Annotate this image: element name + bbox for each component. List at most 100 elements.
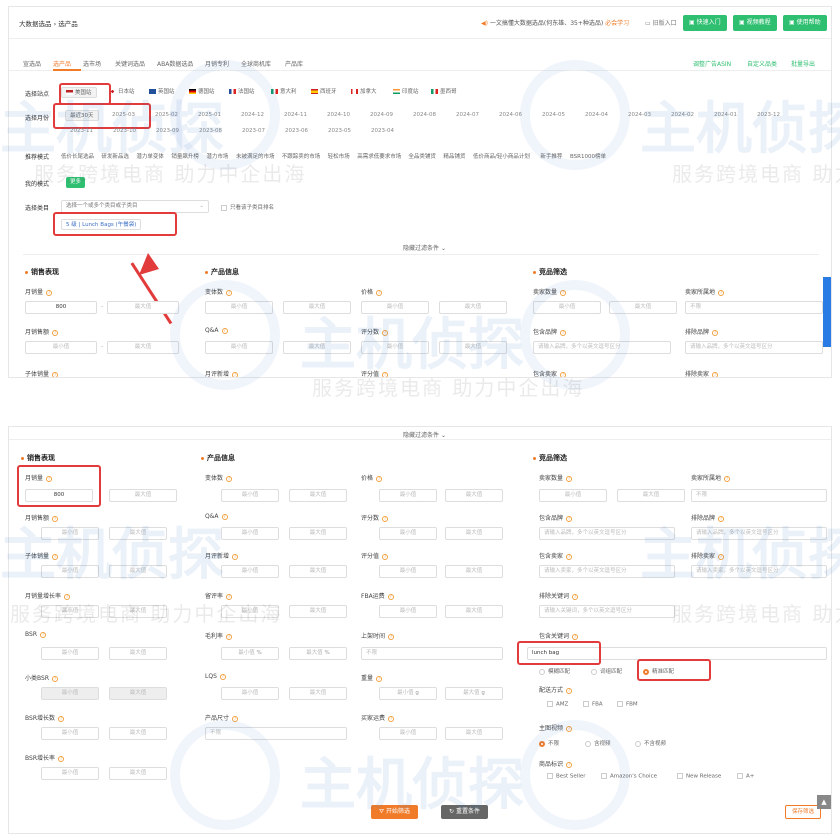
variants-max[interactable]: 最大值	[283, 301, 351, 314]
seller-location-select[interactable]: 不限	[691, 489, 827, 502]
mode-option[interactable]: 研发新品选	[101, 152, 129, 160]
site-de[interactable]: 德国站	[185, 87, 219, 98]
tab-item[interactable]: 关键词选品	[115, 59, 145, 68]
tag-a-plus[interactable]: A+	[737, 773, 754, 780]
month-option[interactable]: 2024-04	[580, 110, 613, 121]
month-option[interactable]: 2024-06	[494, 110, 527, 121]
month-option[interactable]: 2023-11	[65, 126, 98, 137]
right-link[interactable]: 自定义品类	[747, 59, 777, 68]
match-phrase[interactable]: 词组匹配	[591, 667, 622, 675]
month-option[interactable]: 2024-12	[236, 110, 269, 121]
qa-max[interactable]: 最大值	[283, 341, 351, 354]
mode-option[interactable]: 轻松市场	[328, 152, 350, 160]
mode-option[interactable]: 销量飙升榜	[171, 152, 199, 160]
seller-count-max[interactable]: 最大值	[609, 301, 677, 314]
monthly-new-reviews-max[interactable]: 最大值	[289, 565, 347, 578]
gross-margin-min[interactable]: 最小值 %	[221, 647, 279, 660]
monthly-revenue-min[interactable]: 最小值	[25, 341, 97, 354]
bsr-min[interactable]: 最小值	[41, 647, 99, 660]
help-button[interactable]: ▣ 使用帮助	[783, 15, 827, 31]
mode-option[interactable]: 低价商品/轻小商品计划	[473, 152, 530, 160]
tab-item[interactable]: 月销专利	[205, 59, 229, 68]
month-option[interactable]: 2025-01	[193, 110, 226, 121]
right-link[interactable]: 调整广告ASIN	[693, 59, 731, 68]
delivery-amz[interactable]: AMZ	[547, 701, 568, 708]
include-brand-input[interactable]: 请输入品牌，多个以英文逗号区分	[539, 527, 675, 540]
delivery-fbm[interactable]: FBM	[617, 701, 638, 708]
exclude-brand-input[interactable]: 请输入品牌，多个以英文逗号区分	[691, 527, 827, 540]
month-option[interactable]: 2023-05	[323, 126, 356, 137]
child-sales-max[interactable]: 最大值	[109, 565, 167, 578]
include-brand-input[interactable]: 请输入品牌，多个以英文逗号区分	[533, 341, 671, 354]
variants-min[interactable]: 最小值	[221, 489, 279, 502]
mode-option[interactable]: 低价长尾选品	[61, 152, 94, 160]
month-option[interactable]: 2024-01	[709, 110, 742, 121]
monthly-sales-max[interactable]: 最大值	[107, 301, 179, 314]
variants-max[interactable]: 最大值	[289, 489, 347, 502]
month-option[interactable]: 2023-04	[366, 126, 399, 137]
monthly-revenue-max[interactable]: 最大值	[109, 527, 167, 540]
rating-count-max[interactable]: 最大值	[439, 341, 507, 354]
site-es[interactable]: 西班牙	[307, 87, 341, 98]
bsr-growth-rate-min[interactable]: 最小值	[41, 767, 99, 780]
my-mode-tag[interactable]: 更多	[66, 177, 86, 188]
video-tutorial-button[interactable]: ▣ 视频教程	[733, 15, 777, 31]
site-mx[interactable]: 墨西哥	[427, 87, 461, 98]
bsr-growth-count-max[interactable]: 最大值	[109, 727, 167, 740]
match-fuzzy[interactable]: 模糊匹配	[539, 667, 570, 675]
qa-min[interactable]: 最小值	[205, 341, 273, 354]
start-filter-button[interactable]: ⛛ 开始筛选	[371, 805, 418, 819]
sales-growth-min[interactable]: 最小值	[41, 605, 99, 618]
main-image-any[interactable]: 不限	[539, 739, 559, 747]
save-filter-button[interactable]: 保存筛选	[785, 805, 822, 819]
variants-min[interactable]: 最小值	[205, 301, 273, 314]
small-bsr-max[interactable]: 最大值	[109, 687, 167, 700]
month-option[interactable]: 2023-07	[237, 126, 270, 137]
rating-count-max[interactable]: 最大值	[445, 527, 503, 540]
month-option[interactable]: 2024-09	[365, 110, 398, 121]
exclude-brand-input[interactable]: 请输入品牌，多个以英文逗号区分	[685, 341, 823, 354]
month-option[interactable]: 2024-08	[408, 110, 441, 121]
rating-count-min[interactable]: 最小值	[379, 527, 437, 540]
month-option[interactable]: 2023-06	[280, 126, 313, 137]
only-sub-checkbox[interactable]: 只看该子类目排名	[221, 203, 274, 211]
month-option[interactable]: 2024-03	[623, 110, 656, 121]
lqs-max[interactable]: 最大值	[289, 687, 347, 700]
tab-item[interactable]: 全球商机库	[241, 59, 271, 68]
month-option[interactable]: 2025-02	[150, 110, 183, 121]
mode-option[interactable]: 高需求低要求市场	[357, 152, 401, 160]
exclude-keywords-input[interactable]: 请输入关键词，多个以英文逗号区分	[539, 605, 675, 618]
month-option[interactable]: 2024-05	[537, 110, 570, 121]
reset-button[interactable]: ↻ 重置条件	[441, 805, 488, 819]
tab-item-active[interactable]: 选产品	[53, 59, 71, 68]
month-option[interactable]: 2023-08	[194, 126, 227, 137]
back-to-top-icon[interactable]: ▲	[817, 795, 831, 809]
side-chat-tab[interactable]	[823, 277, 831, 347]
launch-time-select[interactable]: 不限	[361, 647, 503, 660]
monthly-new-reviews-min[interactable]: 最小值	[221, 565, 279, 578]
seller-count-min[interactable]: 最小值	[539, 489, 607, 502]
price-min[interactable]: 最小值	[379, 489, 437, 502]
monthly-sales-max[interactable]: 最大值	[109, 489, 177, 502]
buyer-shipping-min[interactable]: 最小值	[379, 727, 437, 740]
small-bsr-min[interactable]: 最小值	[41, 687, 99, 700]
rating-min[interactable]: 最小值	[379, 565, 437, 578]
mode-option[interactable]: 全品类铺货	[408, 152, 436, 160]
review-rate-max[interactable]: 最大值	[289, 605, 347, 618]
fba-fee-max[interactable]: 最大值	[445, 605, 503, 618]
price-min[interactable]: 最小值	[361, 301, 429, 314]
weight-max[interactable]: 最大值 g	[445, 687, 503, 700]
monthly-revenue-min[interactable]: 最小值	[41, 527, 99, 540]
monthly-revenue-max[interactable]: 最大值	[107, 341, 179, 354]
seller-location-select[interactable]: 不限	[685, 301, 823, 314]
product-size-select[interactable]: 不限	[205, 727, 347, 740]
bsr-max[interactable]: 最大值	[109, 647, 167, 660]
main-image-no-video[interactable]: 不含视频	[635, 739, 666, 747]
mode-option[interactable]: 未被满足的市场	[236, 152, 275, 160]
quick-start-button[interactable]: ▣ 快速入门	[683, 15, 727, 31]
site-ca[interactable]: 加拿大	[347, 87, 381, 98]
delivery-fba[interactable]: FBA	[583, 701, 603, 708]
gross-margin-max[interactable]: 最大值 %	[289, 647, 347, 660]
hide-filters-toggle[interactable]: 隐藏过滤条件 ⌄	[403, 243, 446, 252]
monthly-sales-min[interactable]: 800	[25, 301, 97, 314]
